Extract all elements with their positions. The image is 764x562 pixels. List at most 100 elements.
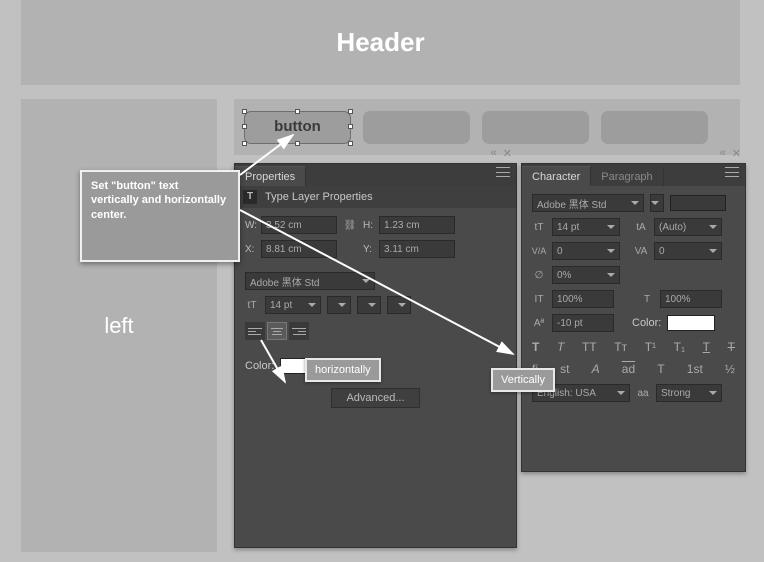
x-field[interactable]: 8.81 cm: [261, 240, 337, 258]
height-field[interactable]: 1.23 cm: [379, 216, 455, 234]
type-style-row: T T TT Tᴛ T¹ T₁ T T: [532, 340, 735, 354]
layout-header[interactable]: Header: [21, 0, 740, 85]
antialias-select[interactable]: Strong: [656, 384, 722, 402]
oldstyle-icon[interactable]: st: [560, 362, 569, 376]
titling-icon[interactable]: ad: [622, 362, 635, 376]
type-layer-icon: T: [243, 190, 257, 204]
smallcaps-icon[interactable]: Tᴛ: [614, 340, 627, 354]
instruction-callout: Set "button" text vertically and horizon…: [80, 170, 240, 262]
section-title: Type Layer Properties: [265, 191, 373, 203]
opentype-row: fi st A ad T 1st ½: [532, 362, 735, 376]
char-vscale[interactable]: 100%: [552, 290, 614, 308]
tracking-icon: ∅: [532, 268, 546, 282]
font-size-select[interactable]: 14 pt: [265, 296, 321, 314]
char-va[interactable]: 0: [552, 242, 620, 260]
align-row: [245, 322, 506, 340]
layout-left-column[interactable]: left: [21, 99, 217, 552]
swash-icon[interactable]: T: [657, 362, 664, 376]
char-font-style[interactable]: [670, 195, 726, 211]
resize-handle[interactable]: [348, 124, 353, 129]
close-icon[interactable]: ✕: [503, 147, 512, 160]
hscale-icon: T: [640, 292, 654, 306]
underline-icon[interactable]: T: [703, 340, 710, 354]
char-size[interactable]: 14 pt: [552, 218, 620, 236]
resize-handle[interactable]: [348, 141, 353, 146]
resize-handle[interactable]: [242, 109, 247, 114]
char-tracking[interactable]: 0%: [552, 266, 620, 284]
resize-handle[interactable]: [295, 141, 300, 146]
resize-handle[interactable]: [242, 124, 247, 129]
left-column-label: left: [104, 313, 133, 339]
y-field[interactable]: 3.11 cm: [379, 240, 455, 258]
properties-panel: « ✕ Properties T Type Layer Properties W…: [234, 163, 517, 548]
font-family-select[interactable]: Adobe 黑体 Std: [245, 272, 375, 290]
resize-handle[interactable]: [242, 141, 247, 146]
subscript-icon[interactable]: T₁: [674, 340, 685, 354]
color-label: Color:: [245, 360, 274, 372]
nav-button-selected[interactable]: button: [244, 111, 351, 144]
char-font-family[interactable]: Adobe 黑体 Std: [532, 194, 644, 212]
leading-icon: tA: [634, 220, 648, 234]
header-title: Header: [336, 27, 424, 58]
nav-button[interactable]: [363, 111, 470, 144]
nav-button-label: button: [274, 118, 321, 135]
vscale-icon: IT: [532, 292, 546, 306]
advanced-button[interactable]: Advanced...: [331, 388, 419, 408]
canvas: Header left button « ✕ Properties: [5, 0, 759, 562]
panel-menu-icon[interactable]: [725, 167, 739, 177]
fraction-icon[interactable]: ½: [725, 362, 735, 376]
align-left-button[interactable]: [245, 322, 265, 340]
font-style-select[interactable]: [327, 296, 351, 314]
ordinal-icon[interactable]: 1st: [687, 362, 703, 376]
collapse-icon[interactable]: «: [720, 147, 726, 160]
width-field[interactable]: 3.52 cm: [261, 216, 337, 234]
tab-properties[interactable]: Properties: [235, 166, 306, 186]
character-body: Adobe 黑体 Std tT 14 pt tA (Auto) V/A 0 VA…: [522, 186, 745, 416]
w-label: W:: [245, 220, 255, 231]
va-icon: V/A: [532, 244, 546, 258]
panel-menu-icon[interactable]: [496, 167, 510, 177]
h-label: H:: [363, 220, 373, 231]
resize-handle[interactable]: [295, 109, 300, 114]
font-weight-select[interactable]: [357, 296, 381, 314]
char-color-swatch[interactable]: [667, 315, 715, 331]
y-label: Y:: [363, 244, 373, 255]
callout-text: Set "button" text vertically and horizon…: [91, 180, 226, 221]
char-leading[interactable]: (Auto): [654, 218, 722, 236]
bold-icon[interactable]: T: [532, 340, 539, 354]
italic-icon[interactable]: T: [557, 340, 564, 354]
align-center-button[interactable]: [267, 322, 287, 340]
char-kerning[interactable]: 0: [654, 242, 722, 260]
nav-button[interactable]: [482, 111, 589, 144]
char-font-family-chevron[interactable]: [650, 194, 664, 212]
tab-paragraph[interactable]: Paragraph: [591, 167, 663, 186]
char-hscale[interactable]: 100%: [660, 290, 722, 308]
panel-titlebar-icons: « ✕: [491, 147, 512, 160]
collapse-icon[interactable]: «: [491, 147, 497, 160]
tooltip-horizontal: horizontally: [305, 358, 381, 382]
strikethrough-icon[interactable]: T: [728, 340, 735, 354]
x-label: X:: [245, 244, 255, 255]
superscript-icon[interactable]: T¹: [645, 340, 656, 354]
panel-titlebar: Character Paragraph: [522, 164, 745, 186]
char-color-label: Color:: [632, 317, 661, 329]
font-variant-select[interactable]: [387, 296, 411, 314]
layout-nav-bar[interactable]: button: [234, 99, 740, 155]
close-icon[interactable]: ✕: [732, 147, 741, 160]
align-right-button[interactable]: [289, 322, 309, 340]
tab-character[interactable]: Character: [522, 166, 591, 186]
font-size-icon: tT: [245, 298, 259, 312]
panel-titlebar: Properties: [235, 164, 516, 186]
sc-a-icon[interactable]: A: [592, 362, 600, 376]
character-panel: « ✕ Character Paragraph Adobe 黑体 Std tT …: [521, 163, 746, 472]
spacer: [343, 242, 357, 256]
char-baseline[interactable]: -10 pt: [552, 314, 614, 332]
link-icon[interactable]: ⛓: [343, 218, 357, 232]
resize-handle[interactable]: [348, 109, 353, 114]
tooltip-vertical: Vertically: [491, 368, 555, 392]
nav-button[interactable]: [601, 111, 708, 144]
panel-titlebar-icons: « ✕: [720, 147, 741, 160]
allcaps-icon[interactable]: TT: [582, 340, 597, 354]
baseline-icon: Aª: [532, 316, 546, 330]
font-size-icon: tT: [532, 220, 546, 234]
